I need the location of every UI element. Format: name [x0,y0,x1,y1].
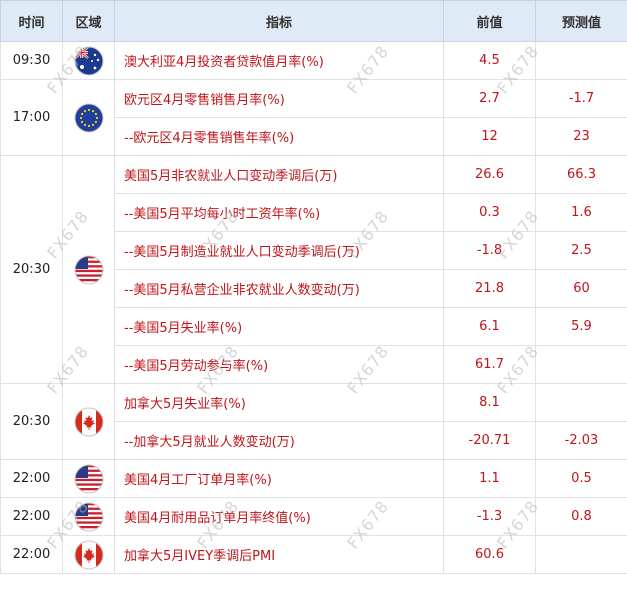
forecast-cell [535,383,627,422]
table-row: 09:30 澳大利亚4月投资者贷款值月率(%) 4.5 [0,41,627,80]
forecast-cell: 5.9 [535,307,627,346]
previous-cell: 6.1 [443,307,536,346]
forecast-cell: 60 [535,269,627,308]
time-cell: 22:00 [0,459,63,498]
flag-cell [62,383,115,460]
time-cell: 22:00 [0,535,63,574]
forecast-cell: -2.03 [535,421,627,460]
indicator-cell: --欧元区4月零售销售年率(%) [114,117,444,156]
table-header-row: 时间 区域 指标 前值 预测值 [0,0,627,42]
previous-cell: 60.6 [443,535,536,574]
table-row: 20:30 美国5月非农就业人口变动季调后(万) 26.6 66.3 [0,155,627,384]
table-row: 20:30 加拿大5月失业率(%) 8.1 [0,383,627,460]
economic-calendar-table: 时间 区域 指标 前值 预测值 09:30 澳大利亚4月投资者贷款值月率(%) … [0,0,627,574]
previous-cell: 12 [443,117,536,156]
flag-cell [62,535,115,574]
forecast-cell [535,345,627,384]
time-cell: 20:30 [0,155,63,384]
australia-flag-icon [74,46,103,75]
indicator-cell: --美国5月劳动参与率(%) [114,345,444,384]
previous-cell: 8.1 [443,383,536,422]
indicator-cell: --加拿大5月就业人数变动(万) [114,421,444,460]
indicator-cell: 欧元区4月零售销售月率(%) [114,79,444,118]
forecast-cell: 66.3 [535,155,627,194]
canada-flag-icon [74,540,103,569]
time-cell: 20:30 [0,383,63,460]
time-cell: 09:30 [0,41,63,80]
eu-flag-icon [74,103,103,132]
indicator-cell: --美国5月私营企业非农就业人数变动(万) [114,269,444,308]
header-time: 时间 [0,0,63,42]
indicator-cell: --美国5月失业率(%) [114,307,444,346]
indicator-cell: 澳大利亚4月投资者贷款值月率(%) [114,41,444,80]
time-cell: 22:00 [0,497,63,536]
indicator-cell: 加拿大5月IVEY季调后PMI [114,535,444,574]
indicator-cell: 美国5月非农就业人口变动季调后(万) [114,155,444,194]
time-cell: 17:00 [0,79,63,156]
forecast-cell [535,41,627,80]
previous-cell: 4.5 [443,41,536,80]
forecast-cell [535,535,627,574]
forecast-cell: -1.7 [535,79,627,118]
previous-cell: 2.7 [443,79,536,118]
flag-cell [62,497,115,536]
flag-cell [62,459,115,498]
flag-cell [62,155,115,384]
indicator-cell: 美国4月工厂订单月率(%) [114,459,444,498]
previous-cell: -20.71 [443,421,536,460]
previous-cell: 26.6 [443,155,536,194]
header-region: 区域 [62,0,115,42]
canada-flag-icon [74,407,103,436]
previous-cell: 61.7 [443,345,536,384]
table-row: 22:00 美国4月工厂订单月率(%) 1.1 0.5 [0,459,627,498]
header-forecast: 预测值 [535,0,627,42]
header-previous: 前值 [443,0,536,42]
flag-cell [62,41,115,80]
forecast-cell: 0.5 [535,459,627,498]
previous-cell: 1.1 [443,459,536,498]
header-indicator: 指标 [114,0,444,42]
forecast-cell: 0.8 [535,497,627,536]
flag-cell [62,79,115,156]
previous-cell: -1.8 [443,231,536,270]
previous-cell: 21.8 [443,269,536,308]
indicator-cell: --美国5月制造业就业人口变动季调后(万) [114,231,444,270]
indicator-cell: 美国4月耐用品订单月率终值(%) [114,497,444,536]
forecast-cell: 1.6 [535,193,627,232]
usa-flag-icon [74,502,103,531]
forecast-cell: 23 [535,117,627,156]
table-row: 22:00 加拿大5月IVEY季调后PMI 60.6 [0,535,627,574]
previous-cell: -1.3 [443,497,536,536]
table-row: 22:00 美国4月耐用品订单月率终值(%) -1.3 0.8 [0,497,627,536]
indicator-cell: --美国5月平均每小时工资年率(%) [114,193,444,232]
previous-cell: 0.3 [443,193,536,232]
usa-flag-icon [74,255,103,284]
table-row: 17:00 欧元区4月零售销售月率(%) 2.7 -1.7 [0,79,627,156]
indicator-cell: 加拿大5月失业率(%) [114,383,444,422]
usa-flag-icon [74,464,103,493]
forecast-cell: 2.5 [535,231,627,270]
